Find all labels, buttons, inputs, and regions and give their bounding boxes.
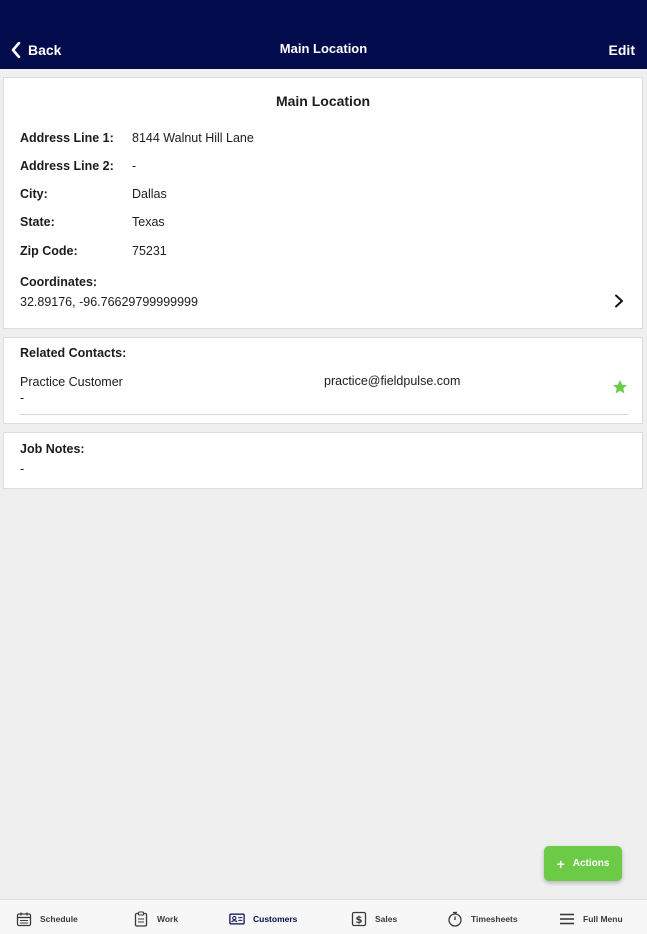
- chevron-right-icon[interactable]: [614, 294, 624, 308]
- field-value: 75231: [132, 244, 167, 258]
- tab-schedule[interactable]: Schedule: [16, 909, 78, 929]
- contact-name[interactable]: Practice Customer: [20, 375, 123, 389]
- top-nav-bar: Back Main Location Edit: [0, 0, 647, 69]
- clipboard-icon: [134, 911, 148, 927]
- edit-button[interactable]: Edit: [609, 42, 635, 58]
- tab-label: Full Menu: [583, 914, 623, 924]
- field-zip-code: Zip Code: 75231: [20, 244, 167, 258]
- tab-customers[interactable]: Customers: [229, 909, 297, 929]
- field-label: Address Line 2:: [20, 159, 114, 173]
- bottom-tab-bar: Schedule Work Customers $ Sales Timeshee…: [0, 899, 647, 934]
- coordinates-label: Coordinates:: [20, 275, 98, 289]
- page-title: Main Location: [279, 41, 368, 56]
- tab-label: Sales: [375, 914, 398, 924]
- location-card-title: Main Location: [275, 93, 371, 109]
- actions-button[interactable]: + Actions: [544, 846, 622, 881]
- location-card: Main Location Address Line 1: 8144 Walnu…: [3, 77, 643, 329]
- calendar-icon: [16, 912, 32, 927]
- job-notes-card: Job Notes: -: [3, 432, 643, 489]
- menu-icon: [560, 913, 574, 925]
- contact-email[interactable]: practice@fieldpulse.com: [324, 374, 460, 388]
- field-address-line-1: Address Line 1: 8144 Walnut Hill Lane: [20, 131, 254, 145]
- plus-icon: +: [556, 855, 565, 872]
- tab-timesheets[interactable]: Timesheets: [447, 909, 518, 929]
- field-city: City: Dallas: [20, 187, 167, 201]
- tab-label: Work: [157, 914, 179, 924]
- dollar-icon: $: [351, 911, 367, 927]
- related-contacts-label: Related Contacts:: [20, 346, 127, 360]
- job-notes-value: -: [20, 462, 25, 476]
- coordinates-value[interactable]: 32.89176, -96.76629799999999: [20, 295, 198, 309]
- tab-label: Customers: [253, 914, 298, 924]
- contact-card-icon: [229, 913, 245, 925]
- field-value: Dallas: [132, 187, 167, 201]
- actions-label: Actions: [572, 858, 610, 869]
- field-address-line-2: Address Line 2: -: [20, 159, 136, 173]
- tab-label: Schedule: [40, 914, 78, 924]
- field-value: -: [132, 159, 137, 173]
- tab-label: Timesheets: [471, 914, 518, 924]
- field-label: Address Line 1:: [20, 131, 114, 145]
- field-label: City:: [20, 187, 48, 201]
- svg-text:$: $: [356, 915, 363, 926]
- field-value: Texas: [132, 215, 165, 229]
- contact-divider: [20, 414, 628, 415]
- stopwatch-icon: [448, 911, 462, 927]
- field-value: 8144 Walnut Hill Lane: [132, 131, 254, 145]
- related-contacts-card: Related Contacts: Practice Customer - pr…: [3, 337, 643, 424]
- field-label: State:: [20, 215, 55, 229]
- job-notes-label: Job Notes:: [20, 442, 85, 456]
- field-state: State: Texas: [20, 215, 165, 229]
- tab-full-menu[interactable]: Full Menu: [559, 909, 623, 929]
- contact-subtitle: -: [20, 391, 25, 405]
- tab-sales[interactable]: $ Sales: [351, 909, 397, 929]
- star-icon[interactable]: [612, 379, 628, 395]
- field-label: Zip Code:: [20, 244, 78, 258]
- tab-work[interactable]: Work: [133, 909, 178, 929]
